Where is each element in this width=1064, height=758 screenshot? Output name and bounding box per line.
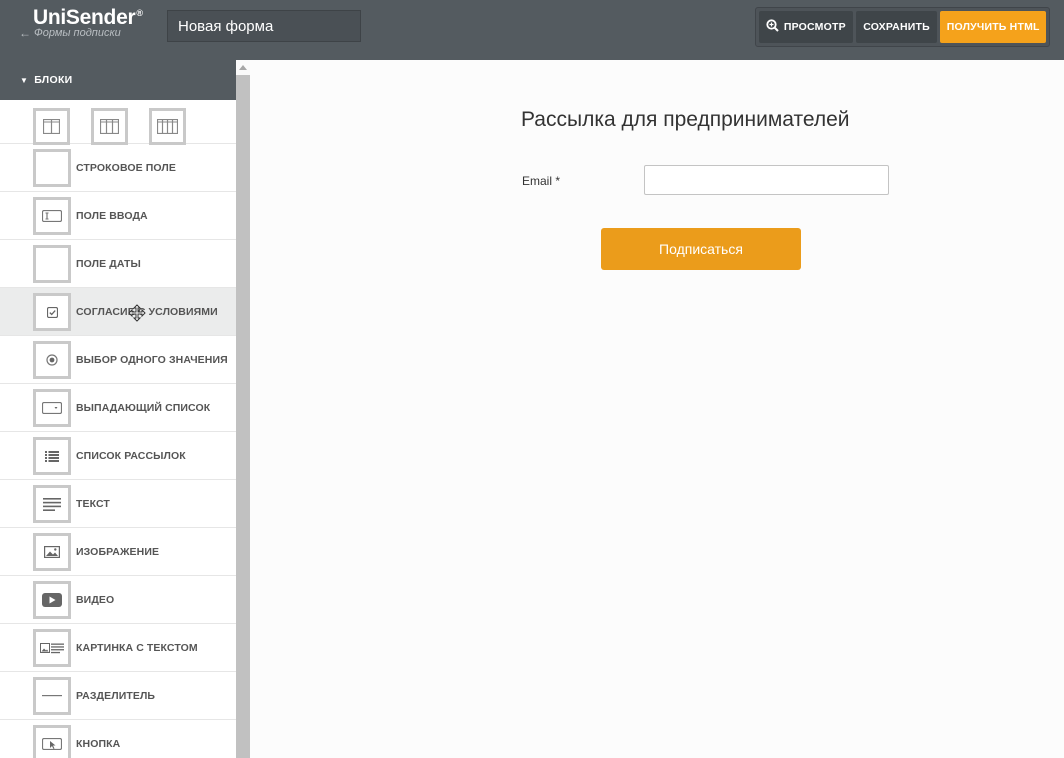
blocks-sidebar: ▼ БЛОКИ СТРОКОВОЕ ПОЛЕ ПОЛЕ ВВОДА ПОЛЕ Д… (0, 60, 236, 758)
sidebar-item-agreement[interactable]: СОГЛАСИЕ С УСЛОВИЯМИ (0, 288, 236, 336)
sidebar-item-label: ВИДЕО (76, 594, 115, 606)
sidebar-item-label: СОГЛАСИЕ С УСЛОВИЯМИ (76, 306, 218, 318)
video-icon (33, 581, 71, 619)
sidebar-scrollbar[interactable] (236, 60, 250, 758)
radio-icon (33, 341, 71, 379)
sidebar-item-label: КАРТИНКА С ТЕКСТОМ (76, 642, 198, 654)
preview-label: ПРОСМОТР (783, 21, 846, 33)
blank-icon (33, 245, 71, 283)
sidebar-item-text[interactable]: ТЕКСТ (0, 480, 236, 528)
scroll-up-arrow-icon[interactable] (239, 65, 247, 70)
input-field-icon (33, 197, 71, 235)
blank-icon (33, 149, 71, 187)
caret-down-icon: ▼ (20, 75, 29, 85)
sidebar-item-label: ИЗОБРАЖЕНИЕ (76, 546, 160, 558)
sidebar-item-video[interactable]: ВИДЕО (0, 576, 236, 624)
sidebar-item-label: СТРОКОВОЕ ПОЛЕ (76, 162, 176, 174)
sidebar-item-label: ПОЛЕ ВВОДА (76, 210, 148, 222)
dropdown-icon (33, 389, 71, 427)
email-label: Email * (522, 174, 561, 188)
top-bar: UniSender® ← Формы подписки ПРОСМОТР СОХ… (0, 0, 1064, 60)
zoom-search-icon (766, 19, 779, 35)
sidebar-item-input-field[interactable]: ПОЛЕ ВВОДА (0, 192, 236, 240)
toolbar-buttons: ПРОСМОТР СОХРАНИТЬ ПОЛУЧИТЬ HTML (755, 7, 1050, 47)
sidebar-item-label: РАЗДЕЛИТЕЛЬ (76, 690, 156, 702)
sidebar-item-mailing-list[interactable]: СПИСОК РАССЫЛОК (0, 432, 236, 480)
arrow-left-icon: ← (19, 26, 31, 40)
sidebar-item-label: ПОЛЕ ДАТЫ (76, 258, 141, 270)
back-link-label: Формы подписки (34, 27, 121, 39)
image-text-icon (33, 629, 71, 667)
blocks-section-header[interactable]: ▼ БЛОКИ (0, 60, 236, 100)
form-canvas: Рассылка для предпринимателей Email * По… (250, 60, 1064, 758)
scrollbar-thumb[interactable] (236, 75, 250, 758)
save-button[interactable]: СОХРАНИТЬ (855, 11, 938, 43)
preview-button[interactable]: ПРОСМОТР (759, 11, 853, 43)
form-title[interactable]: Рассылка для предпринимателей (521, 108, 850, 132)
sidebar-item-label: ВЫБОР ОДНОГО ЗНАЧЕНИЯ (76, 354, 228, 366)
move-cursor-icon (128, 304, 146, 327)
list-icon (33, 437, 71, 475)
sidebar-item-string-field[interactable]: СТРОКОВОЕ ПОЛЕ (0, 144, 236, 192)
sidebar-item-date-field[interactable]: ПОЛЕ ДАТЫ (0, 240, 236, 288)
get-html-label: ПОЛУЧИТЬ HTML (946, 21, 1040, 33)
3-columns-icon[interactable] (91, 108, 128, 145)
back-to-forms-link[interactable]: ← Формы подписки (19, 26, 121, 40)
divider-icon (33, 677, 71, 715)
text-lines-icon (33, 485, 71, 523)
sidebar-item-label: ВЫПАДАЮЩИЙ СПИСОК (76, 402, 211, 414)
sidebar-item-divider[interactable]: РАЗДЕЛИТЕЛЬ (0, 672, 236, 720)
sidebar-item-image[interactable]: ИЗОБРАЖЕНИЕ (0, 528, 236, 576)
sidebar-item-label: КНОПКА (76, 738, 121, 750)
checkbox-icon (33, 293, 71, 331)
email-field[interactable] (644, 165, 889, 195)
image-icon (33, 533, 71, 571)
sidebar-item-radio[interactable]: ВЫБОР ОДНОГО ЗНАЧЕНИЯ (0, 336, 236, 384)
subscribe-button[interactable]: Подписаться (601, 228, 801, 270)
sidebar-item-dropdown[interactable]: ВЫПАДАЮЩИЙ СПИСОК (0, 384, 236, 432)
4-columns-icon[interactable] (149, 108, 186, 145)
2-columns-icon[interactable] (33, 108, 70, 145)
subscribe-button-label: Подписаться (659, 241, 743, 257)
get-html-button[interactable]: ПОЛУЧИТЬ HTML (940, 11, 1046, 43)
sidebar-item-button[interactable]: КНОПКА (0, 720, 236, 758)
sidebar-item-image-with-text[interactable]: КАРТИНКА С ТЕКСТОМ (0, 624, 236, 672)
button-icon (33, 725, 71, 758)
column-layouts-row (0, 100, 236, 145)
blocks-title: БЛОКИ (34, 74, 73, 86)
save-label: СОХРАНИТЬ (863, 21, 930, 33)
sidebar-item-label: СПИСОК РАССЫЛОК (76, 450, 186, 462)
sidebar-item-label: ТЕКСТ (76, 498, 110, 510)
form-name-input[interactable] (167, 10, 361, 42)
